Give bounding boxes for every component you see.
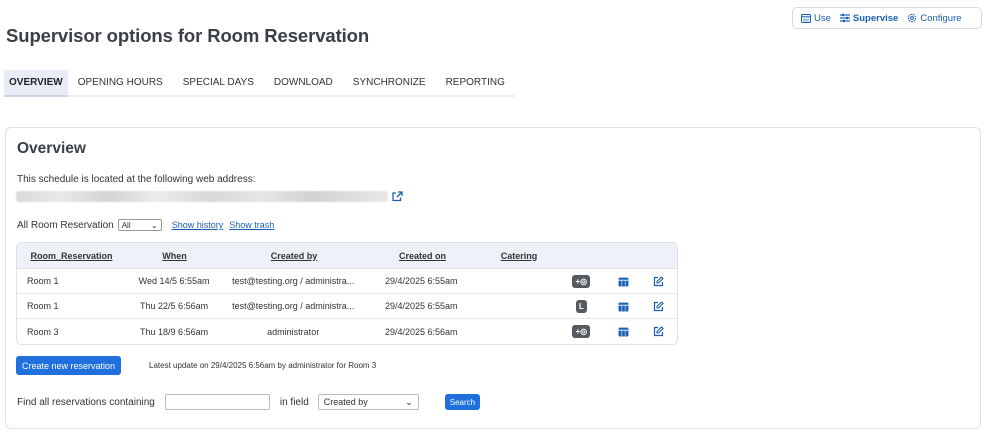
cell-created-on: 29/4/2025 6:55am (385, 276, 458, 286)
tab-overview[interactable]: OVERVIEW (4, 70, 68, 97)
configure-link[interactable]: Configure (907, 12, 962, 24)
catering-badge[interactable]: +◎ (572, 274, 591, 288)
field-select-value: Created by (323, 397, 368, 407)
edit-icon[interactable] (653, 275, 664, 287)
search-row: Find all reservations containing in fiel… (17, 394, 481, 410)
field-select[interactable]: Created by ⌄ (317, 394, 419, 410)
reservations-table: Room_Reservation When Created by Created… (16, 242, 678, 345)
filter-row: All Room Reservation All ⌄ Show history … (17, 219, 274, 231)
cell-when: Wed 14/5 6:55am (138, 276, 210, 286)
sliders-icon (839, 13, 850, 23)
tab-download[interactable]: DOWNLOAD (264, 70, 343, 95)
col-room-reservation[interactable]: Room_Reservation (17, 251, 126, 261)
show-trash-link[interactable]: Show trash (229, 220, 274, 230)
page-title: Supervisor options for Room Reservation (6, 25, 370, 46)
overview-panel: Overview This schedule is located at the… (5, 127, 981, 429)
search-button[interactable]: Search (444, 394, 481, 410)
tab-bar: OVERVIEW OPENING HOURS SPECIAL DAYS DOWN… (4, 70, 515, 97)
calendar-icon (801, 14, 811, 23)
gear-icon (908, 13, 917, 23)
catering-badge[interactable]: +◎ (572, 325, 591, 338)
calendar-icon[interactable] (618, 326, 629, 337)
overview-title: Overview (17, 140, 86, 157)
web-address-text: This schedule is located at the followin… (17, 174, 256, 185)
cell-created-on: 29/4/2025 6:56am (385, 326, 458, 337)
cell-when: Thu 18/9 6:56am (140, 326, 209, 337)
catering-badge[interactable]: L (575, 299, 587, 313)
col-when[interactable]: When (126, 251, 223, 261)
cell-room: Room 3 (27, 326, 59, 337)
col-created-by[interactable]: Created by (223, 251, 365, 261)
in-field-label: in field (279, 396, 309, 408)
cell-created-by: test@testing.org / administra... (232, 276, 355, 286)
cell-created-by: administrator (267, 326, 320, 337)
filter-select-value: All (121, 220, 131, 230)
calendar-icon[interactable] (618, 301, 629, 312)
url-row (16, 191, 403, 202)
latest-update-text: Latest update on 29/4/2025 6:56am by adm… (149, 361, 377, 370)
top-nav: Use Supervise Configure (792, 7, 982, 29)
edit-icon[interactable] (653, 326, 664, 337)
chevron-down-icon: ⌄ (405, 396, 413, 407)
use-link[interactable]: Use (801, 13, 831, 24)
create-reservation-button[interactable]: Create new reservation (16, 356, 122, 375)
use-label: Use (814, 12, 831, 24)
search-input[interactable] (164, 394, 270, 410)
filter-label: All Room Reservation (17, 219, 114, 231)
table-row[interactable]: Room 1 Wed 14/5 6:55am test@testing.org … (17, 269, 677, 294)
cell-created-by: test@testing.org / administra... (232, 301, 355, 311)
blurred-url (16, 191, 388, 202)
external-link-icon[interactable] (392, 191, 403, 202)
configure-label: Configure (920, 12, 962, 24)
supervise-link[interactable]: Supervise (839, 12, 899, 24)
calendar-icon[interactable] (618, 276, 629, 287)
col-created-on[interactable]: Created on (365, 251, 480, 261)
table-row[interactable]: Room 1 Thu 22/5 6:56am test@testing.org … (17, 294, 677, 319)
cell-room: Room 1 (27, 301, 59, 311)
cell-when: Thu 22/5 6:56am (140, 301, 209, 311)
col-catering[interactable]: Catering (480, 251, 558, 261)
table-header: Room_Reservation When Created by Created… (17, 243, 677, 269)
search-label: Find all reservations containing (17, 396, 155, 408)
cell-created-on: 29/4/2025 6:55am (385, 301, 458, 311)
edit-icon[interactable] (653, 300, 664, 312)
show-history-link[interactable]: Show history (172, 220, 224, 230)
tab-opening-hours[interactable]: OPENING HOURS (68, 70, 173, 95)
tab-special-days[interactable]: SPECIAL DAYS (173, 70, 264, 95)
chevron-down-icon: ⌄ (151, 220, 158, 230)
supervise-label: Supervise (852, 12, 899, 24)
filter-select[interactable]: All ⌄ (117, 219, 162, 231)
table-row[interactable]: Room 3 Thu 18/9 6:56am administrator 29/… (17, 319, 677, 344)
tab-synchronize[interactable]: SYNCHRONIZE (343, 70, 436, 95)
tab-reporting[interactable]: REPORTING (436, 70, 515, 95)
cell-room: Room 1 (27, 276, 59, 286)
